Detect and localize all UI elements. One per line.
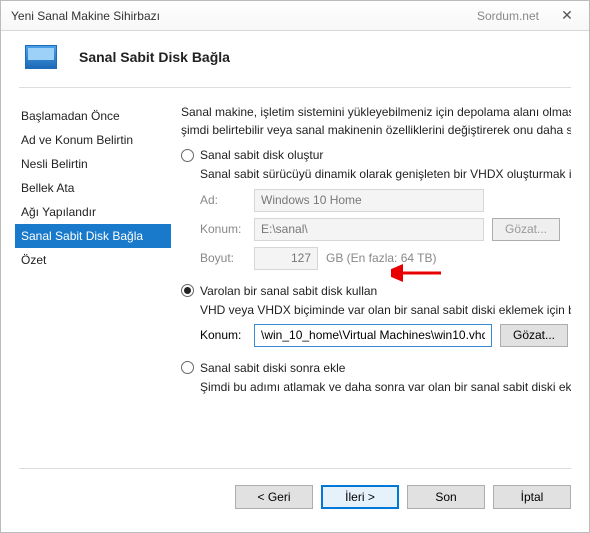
sidebar-item-memory[interactable]: Bellek Ata <box>15 176 171 200</box>
location-label: Konum: <box>200 328 246 342</box>
radio-icon <box>181 284 194 297</box>
create-disk-form: Ad: Konum: Gözat... Boyut: GB (En fazla:… <box>200 189 571 270</box>
option-desc: Şimdi bu adımı atlamak ve daha sonra var… <box>200 379 571 395</box>
radio-use-existing[interactable]: Varolan bir sanal sabit disk kullan <box>181 284 571 298</box>
titlebar: Yeni Sanal Makine Sihirbazı Sordum.net ✕ <box>1 1 589 31</box>
finish-button[interactable]: Son <box>407 485 485 509</box>
watermark: Sordum.net <box>477 9 539 23</box>
sidebar: Başlamadan Önce Ad ve Konum Belirtin Nes… <box>1 98 171 468</box>
radio-icon <box>181 361 194 374</box>
option-use-existing: Varolan bir sanal sabit disk kullan VHD … <box>181 284 571 347</box>
option-desc: Sanal sabit sürücüyü dinamik olarak geni… <box>200 166 571 182</box>
radio-icon <box>181 149 194 162</box>
size-field <box>254 247 318 270</box>
wizard-body: Başlamadan Önce Ad ve Konum Belirtin Nes… <box>1 88 589 468</box>
existing-location-field[interactable] <box>254 324 492 347</box>
sidebar-item-disk[interactable]: Sanal Sabit Disk Bağla <box>15 224 171 248</box>
wizard-footer: < Geri İleri > Son İptal <box>19 468 571 509</box>
radio-label: Varolan bir sanal sabit disk kullan <box>200 284 377 298</box>
location-label: Konum: <box>200 222 246 236</box>
option-create-disk: Sanal sabit disk oluştur Sanal sabit sür… <box>181 148 571 269</box>
radio-label: Sanal sabit disk oluştur <box>200 148 323 162</box>
browse-button[interactable]: Gözat... <box>500 324 568 347</box>
option-desc: VHD veya VHDX biçiminde var olan bir san… <box>200 302 571 318</box>
close-icon: ✕ <box>561 7 573 24</box>
sidebar-item-network[interactable]: Ağı Yapılandır <box>15 200 171 224</box>
intro-text-2: şimdi belirtebilir veya sanal makinenin … <box>181 122 571 138</box>
wizard-header: Sanal Sabit Disk Bağla <box>1 31 589 75</box>
location-field <box>254 218 484 241</box>
radio-create-disk[interactable]: Sanal sabit disk oluştur <box>181 148 571 162</box>
page-title: Sanal Sabit Disk Bağla <box>79 49 230 65</box>
back-button[interactable]: < Geri <box>235 485 313 509</box>
sidebar-item-summary[interactable]: Özet <box>15 248 171 272</box>
existing-disk-form: Konum: Gözat... <box>200 324 571 347</box>
wizard-icon <box>25 45 57 69</box>
name-label: Ad: <box>200 193 246 207</box>
name-field <box>254 189 484 212</box>
intro-text-1: Sanal makine, işletim sistemini yükleyeb… <box>181 104 571 120</box>
next-button[interactable]: İleri > <box>321 485 399 509</box>
window-title: Yeni Sanal Makine Sihirbazı <box>11 9 477 23</box>
size-suffix: GB (En fazla: 64 TB) <box>326 251 437 265</box>
radio-label: Sanal sabit diski sonra ekle <box>200 361 345 375</box>
content-pane: Sanal makine, işletim sistemini yükleyeb… <box>171 98 589 468</box>
sidebar-item-generation[interactable]: Nesli Belirtin <box>15 152 171 176</box>
close-button[interactable]: ✕ <box>545 1 589 31</box>
sidebar-item-intro[interactable]: Başlamadan Önce <box>15 104 171 128</box>
size-label: Boyut: <box>200 251 246 265</box>
sidebar-item-name[interactable]: Ad ve Konum Belirtin <box>15 128 171 152</box>
browse-button-disabled: Gözat... <box>492 218 560 241</box>
option-attach-later: Sanal sabit diski sonra ekle Şimdi bu ad… <box>181 361 571 395</box>
cancel-button[interactable]: İptal <box>493 485 571 509</box>
radio-attach-later[interactable]: Sanal sabit diski sonra ekle <box>181 361 571 375</box>
